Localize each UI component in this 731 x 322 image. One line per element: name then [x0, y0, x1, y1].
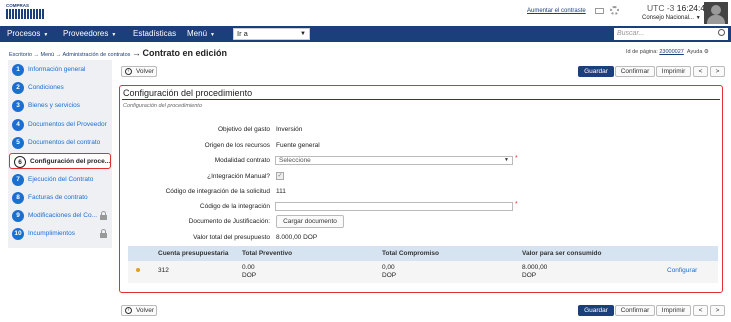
sidebar-item-modificaciones[interactable]: 9 Modificaciones del Co... — [8, 208, 112, 224]
cell-consumed-currency: DOP — [522, 272, 537, 279]
breadcrumb-item[interactable]: Administración de contratos — [63, 52, 131, 58]
required-mark: * — [515, 201, 518, 208]
gear-icon[interactable] — [610, 6, 619, 15]
org-label: Consejo Nacional... — [642, 15, 695, 21]
main-nav: Procesos ▼ Proveedores ▼ Estadísticas Menú… — [0, 26, 731, 42]
page-id: Id de página: 23000027 Ayuda ⚙ — [626, 49, 709, 55]
status-dot-icon — [136, 268, 140, 272]
origin-value: Fuente general — [276, 142, 320, 149]
modality-select[interactable]: Seleccione ▼ — [275, 156, 513, 165]
col-consumed: Valor para ser consumido — [522, 250, 602, 257]
print-button[interactable]: Imprimir — [656, 66, 691, 77]
sidebar-item-configuracion[interactable]: 6 Configuración del proce... — [9, 153, 111, 169]
nav-menu[interactable]: Menú ▼ — [187, 29, 215, 38]
nav-proveedores[interactable]: Proveedores ▼ — [63, 29, 116, 38]
table-row: 312 0.00 DOP 0,00 DOP 8.000,00 DOP Confi… — [128, 261, 718, 283]
col-preventive: Total Preventivo — [242, 250, 293, 257]
cell-preventive-currency: DOP — [242, 272, 257, 279]
chevron-down-icon: ▼ — [504, 157, 509, 163]
col-commitment: Total Compromiso — [382, 250, 439, 257]
help-icon[interactable]: ⚙ — [704, 49, 709, 55]
sidebar-item-documentos-contrato[interactable]: 5 Documentos del contrato — [8, 135, 112, 151]
cell-consumed: 8.000,00 — [522, 264, 548, 271]
upload-document-button[interactable]: Cargar documento — [276, 215, 344, 228]
chevron-down-icon: ▼ — [43, 32, 49, 38]
col-account: Cuenta presupuestaria — [158, 250, 229, 257]
avatar[interactable] — [704, 2, 728, 24]
panel-title: Configuración del procedimiento — [123, 88, 253, 98]
lock-icon — [100, 211, 107, 220]
required-mark: * — [515, 155, 518, 162]
goto-select[interactable]: Ir a ▼ — [233, 28, 310, 40]
code-integration-label: Código de la integración — [199, 203, 270, 210]
page-id-link[interactable]: 23000027 — [659, 49, 683, 55]
objective-label: Objetivo del gasto — [217, 126, 270, 133]
panel-subtitle: Configuración del procedimiento — [123, 103, 202, 109]
next-button-bottom[interactable]: > — [710, 305, 725, 316]
save-button-bottom[interactable]: Guardar — [578, 305, 614, 316]
search-input[interactable]: Buscar... — [614, 28, 728, 40]
sidebar-item-ejecucion[interactable]: 7 Ejecución del Contrato — [8, 172, 112, 188]
arrow-left-icon: ‹ — [125, 68, 132, 75]
sidebar-item-facturas[interactable]: 8 Facturas de contrato — [8, 190, 112, 206]
org-selector[interactable]: Consejo Nacional... ▼ — [642, 15, 701, 21]
back-button[interactable]: ‹ Volver — [121, 66, 157, 77]
code-request-value: 111 — [276, 188, 286, 195]
save-button[interactable]: Guardar — [578, 66, 614, 77]
breadcrumb: Escritorio → Menú → Administración de co… — [9, 48, 227, 58]
configure-link[interactable]: Configurar — [667, 267, 697, 274]
table-header: Cuenta presupuestaria Total Preventivo T… — [128, 246, 718, 261]
next-button[interactable]: > — [710, 66, 725, 77]
sidebar-item-condiciones[interactable]: 2 Condiciones — [8, 80, 112, 96]
clock: UTC -3 16:24:46 — [647, 3, 710, 13]
print-button-bottom[interactable]: Imprimir — [656, 305, 691, 316]
back-button-bottom[interactable]: ‹ Volver — [121, 305, 157, 316]
manual-checkbox[interactable]: ✓ — [276, 172, 284, 180]
cell-commitment-currency: DOP — [382, 272, 397, 279]
nav-estadisticas[interactable]: Estadísticas — [133, 29, 176, 38]
search-icon[interactable] — [718, 29, 725, 36]
budget-label: Valor total del presupuesto — [193, 234, 270, 241]
sidebar-item-incumplimientos[interactable]: 10 Incumplimientos — [8, 226, 112, 242]
nav-procesos[interactable]: Procesos ▼ — [7, 29, 48, 38]
justification-label: Documento de Justificación: — [188, 218, 270, 225]
breadcrumb-item[interactable]: Escritorio — [9, 52, 32, 58]
sidebar-item-documentos-proveedor[interactable]: 4 Documentos del Proveedor — [8, 117, 112, 133]
code-request-label: Código de integración de la solicitud — [165, 188, 270, 195]
help-link[interactable]: Ayuda — [687, 49, 703, 55]
breadcrumb-item[interactable]: Menú — [40, 52, 54, 58]
contrast-link[interactable]: Aumentar el contraste — [527, 8, 586, 14]
lock-icon — [100, 229, 107, 238]
prev-button-bottom[interactable]: < — [693, 305, 708, 316]
sidebar-item-informacion-general[interactable]: 1 Información general — [8, 62, 112, 78]
sidebar-item-bienes[interactable]: 3 Bienes y servicios — [8, 98, 112, 114]
chevron-down-icon: ▼ — [210, 32, 215, 38]
procedure-config-panel: Configuración del procedimiento Configur… — [119, 85, 723, 293]
logo[interactable]: COMPRAS DOMINICANA — [6, 3, 44, 21]
confirm-button[interactable]: Confirmar — [615, 66, 655, 77]
budget-value: 8.000,00 DOP — [276, 234, 318, 241]
objective-value: Inversión — [276, 126, 303, 133]
chevron-down-icon: ▼ — [111, 32, 117, 38]
prev-button[interactable]: < — [693, 66, 708, 77]
modality-label: Modalidad contrato — [214, 157, 270, 164]
top-bar: COMPRAS DOMINICANA Aumentar el contraste… — [0, 0, 731, 26]
mail-icon[interactable] — [595, 8, 604, 14]
confirm-button-bottom[interactable]: Confirmar — [615, 305, 655, 316]
manual-label: ¿Integración Manual? — [207, 173, 270, 180]
arrow-left-icon: ‹ — [125, 307, 132, 314]
chevron-down-icon: ▼ — [300, 31, 306, 37]
chevron-down-icon: ▼ — [695, 15, 701, 21]
origin-label: Origen de los recursos — [204, 142, 270, 149]
cell-preventive: 0.00 — [242, 264, 255, 271]
steps-sidebar: 1 Información general 2 Condiciones 3 Bi… — [8, 60, 112, 248]
cell-commitment: 0,00 — [382, 264, 395, 271]
logo-mark — [6, 9, 44, 19]
page-title: Contrato en edición — [142, 48, 227, 58]
code-integration-input[interactable] — [275, 202, 513, 211]
cell-account: 312 — [158, 267, 169, 274]
utc-label: UTC -3 — [647, 3, 675, 13]
